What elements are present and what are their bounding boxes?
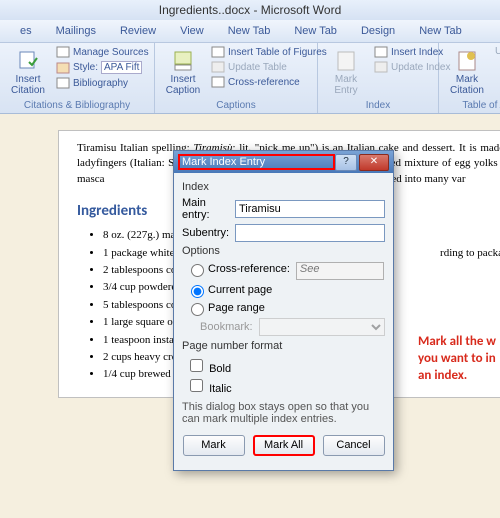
bookmark-label: Bookmark: xyxy=(200,321,253,333)
tab-newtab-2[interactable]: New Tab xyxy=(282,20,349,42)
current-page-radio[interactable] xyxy=(191,285,204,298)
mark-citation-button[interactable]: Mark Citation xyxy=(445,45,489,100)
section-index: Index xyxy=(182,181,385,193)
dialog-help-button[interactable]: ? xyxy=(335,154,357,171)
tof-icon xyxy=(211,46,225,58)
group-label-toa: Table of A xyxy=(445,100,500,111)
update-table-button[interactable]: Update Table xyxy=(209,60,329,74)
see-field: See xyxy=(296,262,384,280)
insert-table-of-figures-button[interactable]: Insert Table of Figures xyxy=(209,45,329,59)
subentry-label: Subentry: xyxy=(182,227,235,239)
update-toa-button[interactable]: Updat xyxy=(493,45,500,58)
bibliography-button[interactable]: Bibliography xyxy=(54,76,151,90)
tab-review[interactable]: Review xyxy=(108,20,168,42)
bibliography-icon xyxy=(56,77,70,89)
dialog-title: Mark Index Entry xyxy=(178,154,335,170)
italic-checkbox[interactable] xyxy=(190,379,203,392)
mark-entry-button[interactable]: Mark Entry xyxy=(324,45,368,100)
update-icon xyxy=(211,61,225,73)
update-index-icon xyxy=(374,61,388,73)
caption-icon xyxy=(173,50,193,72)
mark-entry-icon xyxy=(336,50,356,72)
sources-icon xyxy=(56,46,70,58)
mark-all-button[interactable]: Mark All xyxy=(253,435,315,456)
cross-reference-button[interactable]: Cross-reference xyxy=(209,75,329,89)
main-entry-label: Main entry: xyxy=(182,197,235,221)
dialog-hint: This dialog box stays open so that you c… xyxy=(182,401,385,425)
tab-newtab-1[interactable]: New Tab xyxy=(216,20,283,42)
annotation-callout: Mark all the wyou want to inan index. xyxy=(418,334,496,385)
ribbon: Insert Citation Manage Sources Style: AP… xyxy=(0,43,500,114)
group-label-captions: Captions xyxy=(161,100,311,111)
subentry-input[interactable] xyxy=(235,224,385,242)
crossref-icon xyxy=(211,76,225,88)
dialog-close-button[interactable]: ✕ xyxy=(359,154,389,171)
tab-view[interactable]: View xyxy=(168,20,216,42)
ribbon-tabs: es Mailings Review View New Tab New Tab … xyxy=(0,20,500,43)
page-range-radio[interactable] xyxy=(191,303,204,316)
tab-references-partial[interactable]: es xyxy=(8,20,44,42)
insert-index-icon xyxy=(374,46,388,58)
mark-button[interactable]: Mark xyxy=(183,435,245,456)
cross-reference-radio[interactable] xyxy=(191,264,204,277)
citation-style-select[interactable]: Style: APA Fift xyxy=(54,60,151,75)
insert-citation-button[interactable]: Insert Citation xyxy=(6,45,50,100)
main-entry-input[interactable] xyxy=(235,200,385,218)
cancel-button[interactable]: Cancel xyxy=(323,435,385,456)
book-check-icon xyxy=(18,50,38,72)
tab-design[interactable]: Design xyxy=(349,20,407,42)
tab-mailings[interactable]: Mailings xyxy=(44,20,108,42)
mark-index-entry-dialog: Mark Index Entry ? ✕ Index Main entry: S… xyxy=(173,150,394,471)
manage-sources-button[interactable]: Manage Sources xyxy=(54,45,151,59)
mark-citation-icon xyxy=(457,50,477,72)
tab-newtab-3[interactable]: New Tab xyxy=(407,20,474,42)
bookmark-select xyxy=(259,318,385,336)
dialog-titlebar[interactable]: Mark Index Entry ? ✕ xyxy=(174,151,393,173)
insert-caption-button[interactable]: Insert Caption xyxy=(161,45,205,100)
section-page-number-format: Page number format xyxy=(182,340,385,352)
section-options: Options xyxy=(182,245,385,257)
group-label-index: Index xyxy=(324,100,432,111)
group-label-citations: Citations & Bibliography xyxy=(6,100,148,111)
bold-checkbox[interactable] xyxy=(190,359,203,372)
window-titlebar: Ingredients..docx - Microsoft Word xyxy=(0,0,500,20)
style-icon xyxy=(56,62,70,74)
